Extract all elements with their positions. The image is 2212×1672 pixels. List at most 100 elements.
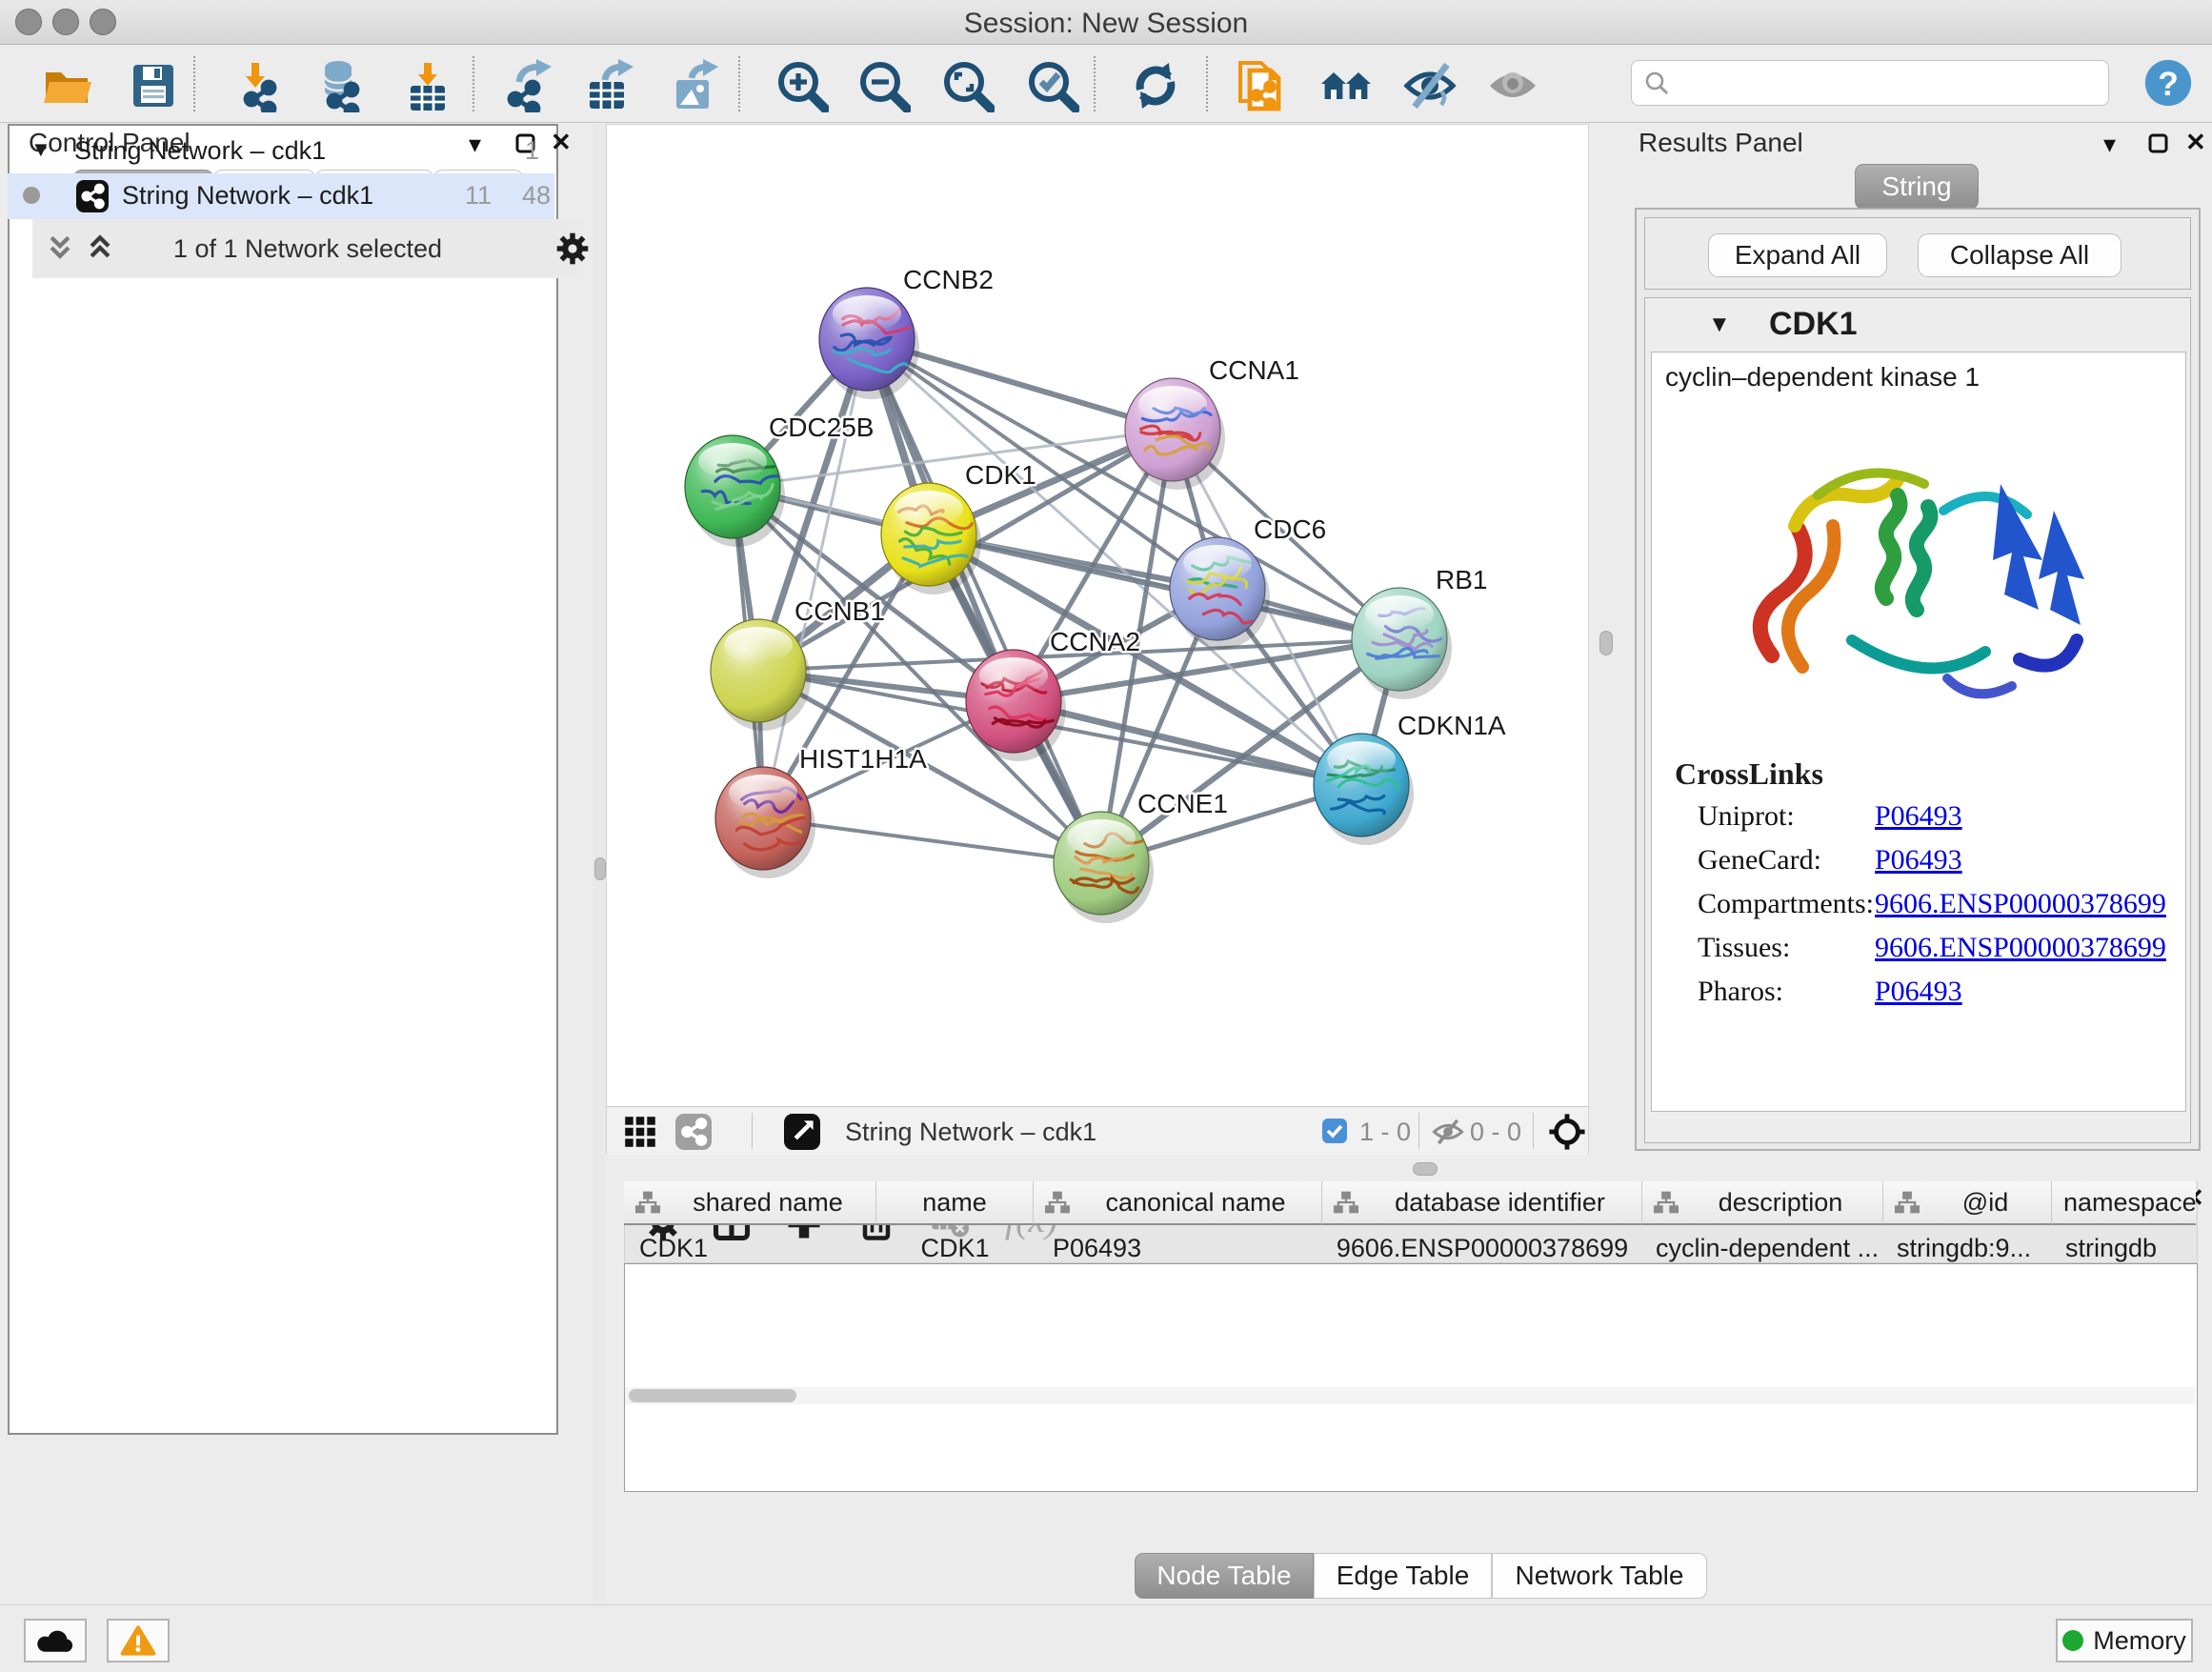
birds-eye-view-icon[interactable] bbox=[784, 1114, 820, 1150]
show-panels-eye-icon[interactable] bbox=[1486, 59, 1539, 112]
svg-text:CCNA2: CCNA2 bbox=[1050, 627, 1140, 656]
crosslink-label: Pharos: bbox=[1698, 976, 1783, 1008]
grid-view-icon[interactable] bbox=[624, 1116, 656, 1153]
collapse-panel-icon[interactable]: ▾ bbox=[2103, 130, 2116, 159]
table-cell[interactable]: CDK1 bbox=[624, 1227, 876, 1269]
network-row-label: String Network – cdk1 bbox=[122, 181, 373, 211]
column-header[interactable]: canonical name bbox=[1034, 1181, 1322, 1225]
export-image-icon[interactable] bbox=[667, 59, 720, 112]
network-list-header: 1 of 1 Network selected bbox=[32, 219, 583, 278]
selected-checkbox-icon[interactable] bbox=[1321, 1118, 1348, 1149]
column-header[interactable]: database identifier bbox=[1322, 1181, 1642, 1225]
table-cell[interactable]: CDK1 bbox=[876, 1227, 1034, 1269]
export-table-icon[interactable] bbox=[582, 59, 635, 112]
zoom-in-icon[interactable] bbox=[775, 59, 829, 112]
table-cell[interactable]: 9606.ENSP00000378699 bbox=[1322, 1227, 1642, 1269]
svg-text:?: ? bbox=[2158, 66, 2179, 103]
main-toolbar: ? bbox=[0, 45, 2212, 123]
table-cell[interactable]: stringdb:9... bbox=[1883, 1227, 2052, 1269]
tab-network-table[interactable]: Network Table bbox=[1492, 1553, 1707, 1599]
crosslink-label: GeneCard: bbox=[1698, 844, 1821, 876]
network-collection-row[interactable]: ▼ String Network – cdk1 1 bbox=[8, 130, 554, 173]
cloud-button[interactable] bbox=[24, 1619, 87, 1662]
left-splitter-handle[interactable] bbox=[594, 857, 606, 880]
tab-string[interactable]: String bbox=[1855, 164, 1979, 210]
hidden-eye-icon[interactable] bbox=[1432, 1116, 1464, 1153]
toolbar-search-field[interactable] bbox=[1631, 60, 2109, 106]
network-options-gear-icon[interactable] bbox=[554, 231, 591, 272]
column-header[interactable]: name bbox=[876, 1181, 1034, 1225]
toolbar-separator bbox=[473, 56, 474, 111]
column-header[interactable]: shared name bbox=[624, 1181, 876, 1225]
collection-count: 1 bbox=[525, 136, 539, 166]
save-session-icon[interactable] bbox=[126, 59, 179, 112]
network-view-title: String Network – cdk1 bbox=[845, 1118, 1096, 1147]
home-networks-icon[interactable] bbox=[1319, 59, 1373, 112]
column-header[interactable]: @id bbox=[1883, 1181, 2052, 1225]
hide-panels-eye-slash-icon[interactable] bbox=[1403, 59, 1457, 112]
svg-text:CDC25B: CDC25B bbox=[769, 413, 874, 442]
collapse-all-button[interactable]: Collapse All bbox=[1918, 233, 2122, 277]
import-network-database-icon[interactable] bbox=[313, 59, 367, 112]
tree-expander-icon[interactable]: ▼ bbox=[30, 137, 51, 162]
svg-text:CCNB1: CCNB1 bbox=[794, 596, 885, 626]
open-session-icon[interactable] bbox=[40, 59, 93, 112]
fit-center-crosshair-icon[interactable] bbox=[1548, 1113, 1586, 1156]
protein-structure-image bbox=[1719, 412, 2119, 755]
section-expander-icon[interactable]: ▼ bbox=[1708, 312, 1731, 338]
network-badge-icon[interactable] bbox=[675, 1114, 712, 1150]
search-icon bbox=[1643, 70, 1670, 96]
crosslink-label: Uniprot: bbox=[1698, 800, 1795, 833]
tab-node-table[interactable]: Node Table bbox=[1135, 1553, 1314, 1599]
svg-text:CCNE1: CCNE1 bbox=[1137, 789, 1228, 818]
close-panel-icon[interactable]: ✕ bbox=[2185, 128, 2206, 157]
tab-edge-table[interactable]: Edge Table bbox=[1314, 1553, 1492, 1599]
toolbar-separator bbox=[738, 56, 740, 111]
network-selection-summary: 1 of 1 Network selected bbox=[32, 234, 583, 264]
refresh-icon[interactable] bbox=[1129, 59, 1182, 112]
left-splitter[interactable] bbox=[593, 124, 606, 1606]
horizontal-splitter-handle[interactable] bbox=[1413, 1162, 1438, 1176]
network-row[interactable]: String Network – cdk1 11 48 bbox=[8, 173, 554, 219]
import-table-icon[interactable] bbox=[401, 59, 454, 112]
results-buttons-box: Expand All Collapse All bbox=[1644, 217, 2191, 290]
pharos-link[interactable]: P06493 bbox=[1875, 976, 1962, 1008]
memory-status-dot bbox=[2062, 1630, 2083, 1651]
network-graph[interactable]: CCNB2CCNA1CDC25BCDK1CDC6RB1CCNB1CCNA2CDK… bbox=[607, 125, 1588, 1106]
horizontal-splitter[interactable] bbox=[606, 1155, 2212, 1181]
zoom-fit-icon[interactable] bbox=[941, 59, 995, 112]
tissues-link[interactable]: 9606.ENSP00000378699 bbox=[1875, 932, 2166, 964]
uniprot-link[interactable]: P06493 bbox=[1875, 800, 1962, 833]
export-network-icon[interactable] bbox=[500, 59, 553, 112]
import-network-file-icon[interactable] bbox=[236, 59, 290, 112]
table-cell[interactable]: stringdb bbox=[2052, 1227, 2196, 1269]
table-horizontal-scrollbar[interactable] bbox=[625, 1387, 2195, 1404]
right-splitter-handle[interactable] bbox=[1599, 631, 1613, 655]
memory-button[interactable]: Memory bbox=[2056, 1619, 2193, 1662]
genecard-link[interactable]: P06493 bbox=[1875, 844, 1962, 876]
warnings-button[interactable] bbox=[107, 1619, 170, 1662]
help-icon[interactable]: ? bbox=[2143, 58, 2193, 112]
table-panel: Table Panel ▾ ✕ f(x) shared name name ca… bbox=[624, 1181, 2212, 1610]
table-cell[interactable]: cyclin-dependent ... bbox=[1642, 1227, 1883, 1269]
results-outer-box: Expand All Collapse All ▼ CDK1 cyclin–de… bbox=[1635, 208, 2201, 1151]
toolbar-separator bbox=[1533, 1113, 1534, 1149]
expand-all-button[interactable]: Expand All bbox=[1708, 233, 1887, 277]
collection-label: String Network – cdk1 bbox=[74, 136, 326, 166]
zoom-selected-icon[interactable] bbox=[1026, 59, 1079, 112]
compartments-link[interactable]: 9606.ENSP00000378699 bbox=[1875, 888, 2166, 920]
memory-label: Memory bbox=[2093, 1626, 2186, 1656]
scrollbar-thumb[interactable] bbox=[629, 1389, 796, 1402]
zoom-out-icon[interactable] bbox=[857, 59, 911, 112]
string-document-icon[interactable] bbox=[1235, 59, 1288, 112]
table-cell[interactable]: P06493 bbox=[1034, 1227, 1322, 1269]
column-header[interactable]: namespace bbox=[2052, 1181, 2196, 1225]
right-splitter[interactable] bbox=[1589, 124, 1621, 1155]
svg-text:HIST1H1A: HIST1H1A bbox=[799, 744, 927, 774]
node-table: shared name name canonical name database… bbox=[624, 1263, 2198, 1492]
svg-text:CCNA1: CCNA1 bbox=[1209, 355, 1299, 385]
column-header[interactable]: description bbox=[1642, 1181, 1883, 1225]
string-network-icon bbox=[76, 180, 109, 212]
control-panel: Control Panel ▾ ✕ Network Style Select S… bbox=[8, 124, 593, 1606]
float-panel-icon[interactable] bbox=[2147, 132, 2170, 160]
